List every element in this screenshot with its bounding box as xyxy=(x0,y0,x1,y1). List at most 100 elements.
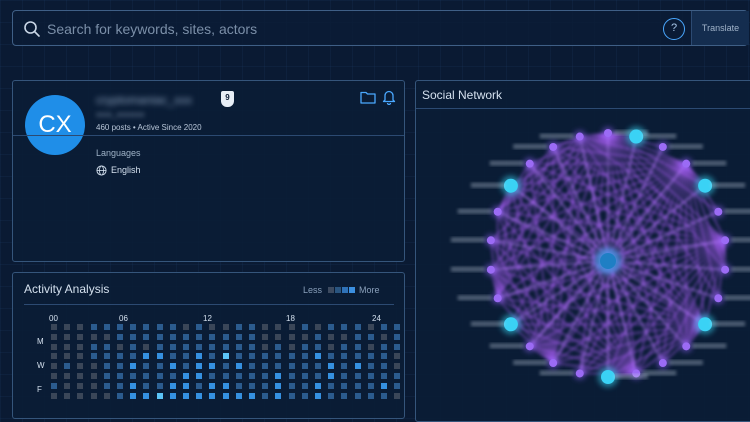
heatmap-cell[interactable] xyxy=(341,343,348,350)
heatmap-cell[interactable] xyxy=(103,343,110,350)
heatmap-cell[interactable] xyxy=(169,392,176,399)
heatmap-cell[interactable] xyxy=(130,392,137,399)
heatmap-cell[interactable] xyxy=(301,333,308,340)
heatmap-cell[interactable] xyxy=(315,324,321,330)
search-bar[interactable]: ? Translate xyxy=(12,10,749,46)
heatmap-cell[interactable] xyxy=(183,373,189,379)
network-node[interactable] xyxy=(486,265,495,274)
network-node[interactable] xyxy=(682,342,691,351)
heatmap-cell[interactable] xyxy=(328,363,335,370)
heatmap-cell[interactable] xyxy=(354,363,361,370)
heatmap-cell[interactable] xyxy=(328,373,335,379)
heatmap-cell[interactable] xyxy=(288,353,295,360)
heatmap-cell[interactable] xyxy=(90,382,97,389)
heatmap-cell[interactable] xyxy=(275,382,282,389)
heatmap-cell[interactable] xyxy=(130,363,137,370)
heatmap-cell[interactable] xyxy=(90,343,97,350)
heatmap-cell[interactable] xyxy=(90,373,97,379)
heatmap-cell[interactable] xyxy=(169,333,176,340)
heatmap-cell[interactable] xyxy=(143,324,150,330)
heatmap-cell[interactable] xyxy=(130,373,137,379)
heatmap-cell[interactable] xyxy=(249,324,255,330)
heatmap-cell[interactable] xyxy=(301,363,308,370)
heatmap-cell[interactable] xyxy=(156,392,163,399)
heatmap-cell[interactable] xyxy=(77,324,84,330)
heatmap-cell[interactable] xyxy=(288,343,295,350)
heatmap-cell[interactable] xyxy=(367,373,374,379)
heatmap-cell[interactable] xyxy=(288,333,295,340)
heatmap-cell[interactable] xyxy=(90,333,97,340)
heatmap-cell[interactable] xyxy=(394,363,401,370)
heatmap-cell[interactable] xyxy=(341,353,348,360)
heatmap-cell[interactable] xyxy=(341,333,348,340)
heatmap-cell[interactable] xyxy=(183,382,189,389)
heatmap-cell[interactable] xyxy=(315,353,321,360)
heatmap-cell[interactable] xyxy=(169,373,176,379)
heatmap-cell[interactable] xyxy=(64,382,71,389)
heatmap-cell[interactable] xyxy=(315,363,321,370)
search-input[interactable] xyxy=(47,17,647,41)
heatmap-cell[interactable] xyxy=(288,392,295,399)
heatmap-cell[interactable] xyxy=(222,333,229,340)
network-node[interactable] xyxy=(604,129,612,137)
heatmap-cell[interactable] xyxy=(77,382,84,389)
heatmap-cell[interactable] xyxy=(235,343,242,350)
heatmap-cell[interactable] xyxy=(328,353,335,360)
heatmap-cell[interactable] xyxy=(288,324,295,330)
heatmap-cell[interactable] xyxy=(249,343,255,350)
heatmap-cell[interactable] xyxy=(64,353,71,360)
heatmap-cell[interactable] xyxy=(354,343,361,350)
heatmap-cell[interactable] xyxy=(130,353,137,360)
translate-button[interactable]: Translate xyxy=(691,11,749,45)
network-node[interactable] xyxy=(575,369,584,378)
heatmap-cell[interactable] xyxy=(367,392,374,399)
heatmap-cell[interactable] xyxy=(328,343,335,350)
heatmap-cell[interactable] xyxy=(341,324,348,330)
heatmap-cell[interactable] xyxy=(77,363,84,370)
network-node[interactable] xyxy=(698,317,713,332)
heatmap-cell[interactable] xyxy=(341,363,348,370)
heatmap-cell[interactable] xyxy=(315,373,321,379)
heatmap-cell[interactable] xyxy=(209,333,216,340)
heatmap-cell[interactable] xyxy=(262,333,269,340)
network-node[interactable] xyxy=(698,178,713,193)
heatmap-cell[interactable] xyxy=(275,324,282,330)
heatmap-cell[interactable] xyxy=(354,353,361,360)
heatmap-cell[interactable] xyxy=(275,392,282,399)
heatmap-cell[interactable] xyxy=(249,373,255,379)
heatmap-cell[interactable] xyxy=(222,343,229,350)
heatmap-cell[interactable] xyxy=(169,363,176,370)
heatmap-cell[interactable] xyxy=(328,392,335,399)
heatmap-cell[interactable] xyxy=(381,373,387,379)
heatmap-cell[interactable] xyxy=(354,382,361,389)
heatmap-cell[interactable] xyxy=(196,373,203,379)
network-node[interactable] xyxy=(714,207,723,216)
heatmap-cell[interactable] xyxy=(315,333,321,340)
heatmap-cell[interactable] xyxy=(183,333,189,340)
network-graph[interactable] xyxy=(416,109,750,422)
heatmap-cell[interactable] xyxy=(262,363,269,370)
heatmap-cell[interactable] xyxy=(51,324,57,330)
network-node[interactable] xyxy=(486,236,495,245)
heatmap-cell[interactable] xyxy=(51,353,57,360)
heatmap-cell[interactable] xyxy=(117,382,123,389)
heatmap-cell[interactable] xyxy=(209,324,216,330)
heatmap-cell[interactable] xyxy=(275,363,282,370)
heatmap-cell[interactable] xyxy=(394,324,401,330)
heatmap-cell[interactable] xyxy=(169,343,176,350)
heatmap-cell[interactable] xyxy=(90,392,97,399)
heatmap-cell[interactable] xyxy=(169,324,176,330)
network-node[interactable] xyxy=(525,342,534,351)
heatmap-cell[interactable] xyxy=(103,382,110,389)
heatmap-cell[interactable] xyxy=(143,333,150,340)
heatmap-cell[interactable] xyxy=(64,373,71,379)
heatmap-cell[interactable] xyxy=(209,382,216,389)
heatmap-cell[interactable] xyxy=(209,363,216,370)
heatmap-cell[interactable] xyxy=(275,353,282,360)
heatmap-cell[interactable] xyxy=(235,392,242,399)
network-node[interactable] xyxy=(493,294,502,303)
heatmap-cell[interactable] xyxy=(117,333,123,340)
heatmap-cell[interactable] xyxy=(394,343,401,350)
heatmap-cell[interactable] xyxy=(156,363,163,370)
heatmap-cell[interactable] xyxy=(381,343,387,350)
